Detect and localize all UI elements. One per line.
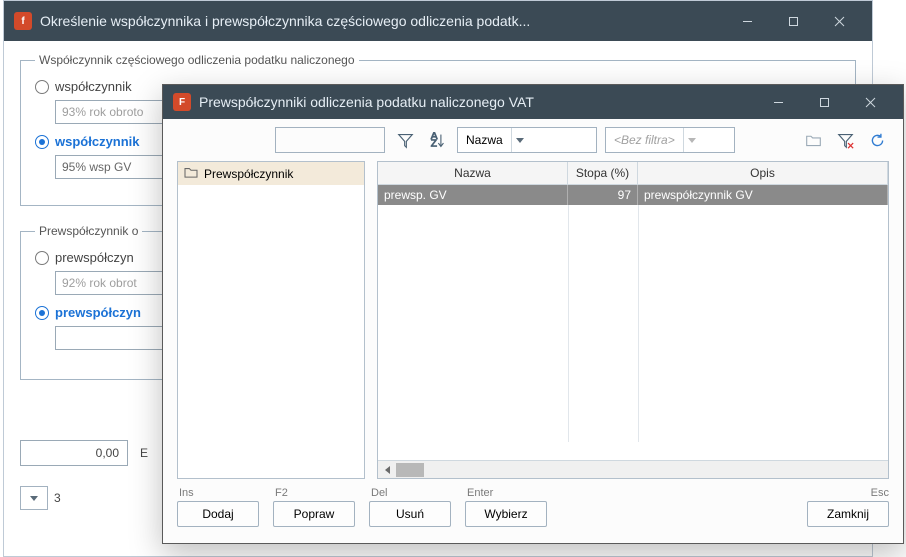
app-icon: F [173, 93, 191, 111]
letter-e: E [140, 446, 148, 460]
radio-icon [35, 251, 49, 265]
column-header-nazwa[interactable]: Nazwa [378, 162, 568, 184]
shortcut-enter: Enter [467, 487, 493, 499]
popraw-button[interactable]: Popraw [273, 501, 355, 527]
toolbar: AZ Nazwa <Bez filtra> [163, 119, 903, 161]
radio-label: współczynnik [55, 134, 140, 149]
wspolczynnik-1-value[interactable]: 93% rok obroto [55, 100, 165, 124]
folder-icon[interactable] [801, 128, 825, 152]
scroll-thumb[interactable] [396, 463, 424, 477]
radio-label: prewspółczyn [55, 250, 134, 265]
minimize-button[interactable] [724, 5, 770, 37]
footer: Ins Dodaj F2 Popraw Del Usuń Enter Wybie… [163, 479, 903, 539]
numeric-value-box[interactable]: 0,00 [20, 440, 128, 466]
back-titlebar: f Określenie współczynnika i prewspółczy… [4, 1, 872, 41]
svg-text:Z: Z [430, 138, 436, 149]
sort-field-value: Nazwa [466, 133, 503, 147]
search-input[interactable] [275, 127, 385, 153]
grid-empty-area [378, 205, 888, 460]
wybierz-button[interactable]: Wybierz [465, 501, 547, 527]
table-row[interactable]: prewsp. GV 97 prewspółczynnik GV [378, 185, 888, 205]
shortcut-f2: F2 [275, 487, 288, 499]
shortcut-ins: Ins [179, 487, 194, 499]
sort-az-icon[interactable]: AZ [425, 128, 449, 152]
clear-filter-icon[interactable] [833, 128, 857, 152]
minimize-button[interactable] [755, 86, 801, 118]
prewspolczynnik-2-value[interactable] [55, 326, 165, 350]
sort-field-combo[interactable]: Nazwa [457, 127, 597, 153]
column-header-stopa[interactable]: Stopa (%) [568, 162, 638, 184]
tiny-combo-value: 3 [54, 491, 61, 505]
radio-icon [35, 306, 49, 320]
zamknij-button[interactable]: Zamknij [807, 501, 889, 527]
app-icon: f [14, 12, 32, 30]
radio-icon [35, 135, 49, 149]
cell-nazwa: prewsp. GV [378, 185, 568, 205]
wspolczynnik-2-value[interactable]: 95% wsp GV [55, 155, 165, 179]
group-prewspolczynnik-legend: Prewspółczynnik o [35, 224, 142, 238]
cell-opis: prewspółczynnik GV [638, 185, 888, 205]
group-wspolczynnik-legend: Współczynnik częściowego odliczenia poda… [35, 53, 359, 67]
radio-icon [35, 80, 49, 94]
data-grid: Nazwa Stopa (%) Opis prewsp. GV 97 prews… [377, 161, 889, 479]
chevron-down-icon[interactable] [20, 486, 48, 510]
tree-root-label: Prewspółczynnik [204, 167, 293, 181]
shortcut-esc: Esc [871, 487, 889, 499]
column-header-opis[interactable]: Opis [638, 162, 888, 184]
back-window-title: Określenie współczynnika i prewspółczynn… [40, 13, 530, 29]
radio-label: prewspółczyn [55, 305, 141, 320]
shortcut-del: Del [371, 487, 388, 499]
chevron-down-icon [683, 128, 701, 152]
front-titlebar: F Prewspółczynniki odliczenia podatku na… [163, 85, 903, 119]
foreground-window: F Prewspółczynniki odliczenia podatku na… [162, 84, 904, 544]
grid-header: Nazwa Stopa (%) Opis [378, 162, 888, 185]
scroll-left-icon[interactable] [378, 461, 396, 479]
refresh-icon[interactable] [865, 128, 889, 152]
usun-button[interactable]: Usuń [369, 501, 451, 527]
filter-combo[interactable]: <Bez filtra> [605, 127, 735, 153]
maximize-button[interactable] [770, 5, 816, 37]
horizontal-scrollbar[interactable] [378, 460, 888, 478]
maximize-button[interactable] [801, 86, 847, 118]
dodaj-button[interactable]: Dodaj [177, 501, 259, 527]
chevron-down-icon [511, 128, 529, 152]
radio-label: współczynnik [55, 79, 132, 94]
filter-combo-placeholder: <Bez filtra> [614, 133, 675, 147]
tree-root-item[interactable]: Prewspółczynnik [178, 162, 364, 185]
cell-stopa: 97 [568, 185, 638, 205]
folder-icon [184, 166, 198, 181]
prewspolczynnik-1-value[interactable]: 92% rok obrot [55, 271, 165, 295]
tree-panel: Prewspółczynnik [177, 161, 365, 479]
front-window-title: Prewspółczynniki odliczenia podatku nali… [199, 94, 534, 110]
close-button[interactable] [816, 5, 862, 37]
filter-icon[interactable] [393, 128, 417, 152]
close-button[interactable] [847, 86, 893, 118]
